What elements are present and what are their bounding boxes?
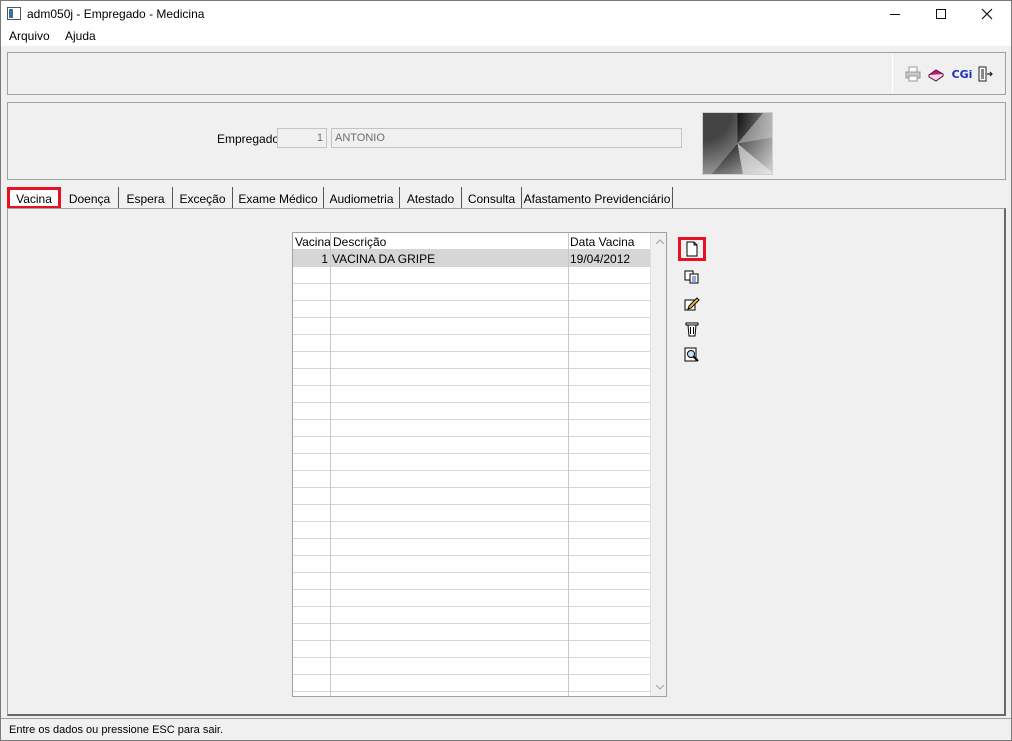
- maximize-icon: [936, 9, 946, 19]
- table-row[interactable]: [293, 301, 650, 318]
- table-row[interactable]: [293, 658, 650, 675]
- grid-header: Vacina Descrição Data Vacina: [293, 233, 650, 250]
- column-header-vacina[interactable]: Vacina: [295, 235, 331, 249]
- table-row[interactable]: [293, 386, 650, 403]
- employee-panel: Empregado: 1 ANTONIO: [7, 102, 1006, 180]
- employee-label: Empregado:: [217, 132, 283, 146]
- table-row[interactable]: [293, 267, 650, 284]
- table-row[interactable]: [293, 505, 650, 522]
- table-row[interactable]: [293, 624, 650, 641]
- table-row[interactable]: [293, 335, 650, 352]
- book-icon[interactable]: [927, 65, 945, 83]
- delete-icon: [685, 322, 699, 337]
- tab-afastamento-previdenciario[interactable]: Afastamento Previdenciário: [522, 187, 673, 209]
- close-icon: [981, 8, 993, 20]
- minimize-icon: [890, 13, 900, 15]
- table-row[interactable]: 1 VACINA DA GRIPE 19/04/2012: [293, 250, 650, 267]
- scroll-up-icon[interactable]: [651, 233, 666, 250]
- vaccine-grid[interactable]: Vacina Descrição Data Vacina 1 VACINA DA …: [292, 232, 667, 697]
- status-bar: Entre os dados ou pressione ESC para sai…: [1, 718, 1011, 740]
- delete-record-button[interactable]: [678, 317, 706, 341]
- employee-photo: [702, 112, 773, 175]
- tab-vacina[interactable]: Vacina: [7, 187, 61, 209]
- menu-arquivo[interactable]: Arquivo: [9, 29, 50, 43]
- table-row[interactable]: [293, 318, 650, 335]
- tab-excecao[interactable]: Exceção: [173, 187, 233, 209]
- cell-vacina: 1: [321, 252, 328, 266]
- table-row[interactable]: [293, 573, 650, 590]
- table-row[interactable]: [293, 522, 650, 539]
- tab-audiometria[interactable]: Audiometria: [324, 187, 400, 209]
- column-header-descricao[interactable]: Descrição: [333, 235, 386, 249]
- table-row[interactable]: [293, 471, 650, 488]
- toolbar-panel: CGi: [7, 52, 1006, 95]
- tab-consulta[interactable]: Consulta: [462, 187, 522, 209]
- copy-icon: [684, 270, 699, 284]
- cell-descricao: VACINA DA GRIPE: [332, 252, 436, 266]
- grid-scrollbar[interactable]: [650, 233, 666, 696]
- cgi-icon[interactable]: CGi: [951, 65, 973, 83]
- table-row[interactable]: [293, 641, 650, 658]
- scroll-down-icon[interactable]: [651, 679, 666, 696]
- employee-code-field: 1: [277, 128, 327, 148]
- minimize-button[interactable]: [872, 1, 918, 27]
- table-row[interactable]: [293, 437, 650, 454]
- table-row[interactable]: [293, 607, 650, 624]
- search-record-button[interactable]: [678, 343, 706, 367]
- table-row[interactable]: [293, 539, 650, 556]
- table-row[interactable]: [293, 454, 650, 471]
- table-row[interactable]: [293, 488, 650, 505]
- title-bar: adm050j - Empregado - Medicina: [1, 1, 1011, 27]
- app-icon: [7, 7, 21, 20]
- menu-ajuda[interactable]: Ajuda: [65, 29, 96, 43]
- table-row[interactable]: [293, 675, 650, 692]
- table-row[interactable]: [293, 420, 650, 437]
- table-row[interactable]: [293, 590, 650, 607]
- tab-espera[interactable]: Espera: [119, 187, 173, 209]
- tab-exame-medico[interactable]: Exame Médico: [233, 187, 324, 209]
- cell-data-vacina: 19/04/2012: [570, 252, 631, 266]
- window-title: adm050j - Empregado - Medicina: [27, 7, 205, 21]
- menu-bar: Arquivo Ajuda: [1, 27, 1011, 46]
- tab-content-vacina: Vacina Descrição Data Vacina 1 VACINA DA …: [7, 208, 1006, 716]
- column-header-data-vacina[interactable]: Data Vacina: [570, 235, 634, 249]
- maximize-button[interactable]: [918, 1, 964, 27]
- exit-door-icon[interactable]: [976, 65, 994, 83]
- tab-atestado[interactable]: Atestado: [400, 187, 462, 209]
- table-row[interactable]: [293, 352, 650, 369]
- employee-name-field: ANTONIO: [331, 128, 682, 148]
- table-row[interactable]: [293, 369, 650, 386]
- table-row[interactable]: [293, 403, 650, 420]
- edit-record-button[interactable]: [678, 291, 706, 315]
- toolbar-separator: [892, 53, 893, 94]
- app-window: adm050j - Empregado - Medicina Arquivo A…: [0, 0, 1012, 741]
- tab-doenca[interactable]: Doença: [61, 187, 119, 209]
- column-divider: [330, 233, 331, 696]
- status-text: Entre os dados ou pressione ESC para sai…: [9, 724, 224, 736]
- table-row[interactable]: [293, 556, 650, 573]
- new-document-icon: [686, 241, 698, 257]
- new-record-button[interactable]: [678, 237, 706, 261]
- edit-icon: [684, 297, 700, 311]
- printer-icon[interactable]: [904, 65, 922, 83]
- close-button[interactable]: [964, 1, 1010, 27]
- search-icon: [684, 347, 699, 362]
- copy-record-button[interactable]: [678, 265, 706, 289]
- table-row[interactable]: [293, 284, 650, 301]
- column-divider: [568, 233, 569, 696]
